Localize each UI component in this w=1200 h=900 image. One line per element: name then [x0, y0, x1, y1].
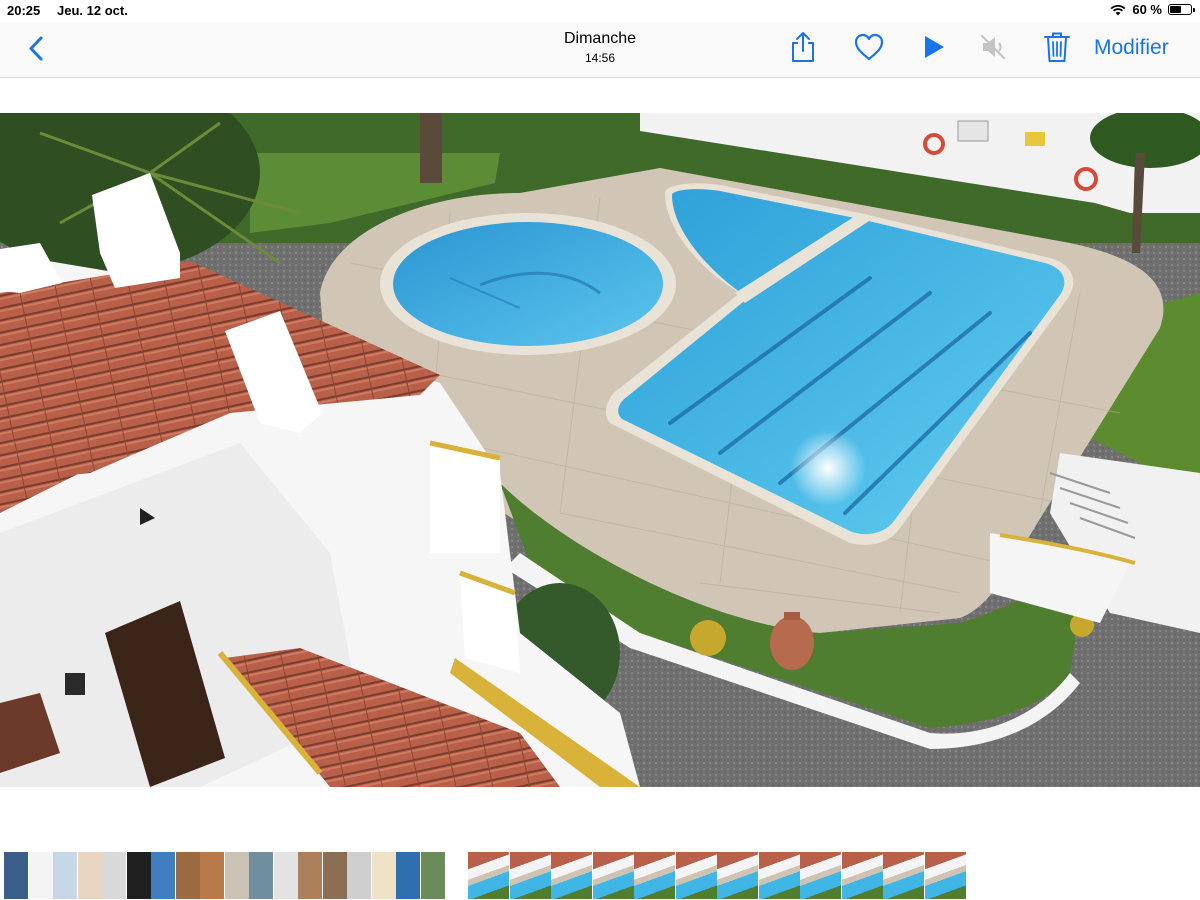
- status-time: 20:25: [7, 3, 41, 18]
- battery-icon: [1168, 4, 1195, 15]
- photo-thumbnail[interactable]: [126, 852, 151, 899]
- video-frame-thumbnail[interactable]: [634, 852, 675, 899]
- photo-thumbnail[interactable]: [347, 852, 371, 899]
- video-frame-thumbnail[interactable]: [468, 852, 509, 899]
- photo-thumbnail[interactable]: [28, 852, 53, 899]
- photo-thumbnail[interactable]: [53, 852, 77, 899]
- photo-thumbnail[interactable]: [396, 852, 420, 899]
- video-frame-thumbnail[interactable]: [675, 852, 717, 899]
- favorite-button[interactable]: [852, 30, 886, 64]
- delete-button[interactable]: [1040, 30, 1074, 64]
- photo-thumbnail[interactable]: [322, 852, 347, 899]
- photo-thumbnail[interactable]: [249, 852, 273, 899]
- wifi-icon: [1110, 4, 1126, 15]
- photo-thumbnail[interactable]: [224, 852, 249, 899]
- video-frame-thumbnail[interactable]: [758, 852, 800, 899]
- pool-photo: [0, 113, 1200, 787]
- video-frame-thumbnail[interactable]: [841, 852, 883, 899]
- photo-viewer[interactable]: [0, 113, 1200, 787]
- photo-thumbnail[interactable]: [102, 852, 126, 899]
- video-frame-thumbnail[interactable]: [924, 852, 966, 899]
- chevron-left-icon: [29, 36, 43, 61]
- status-bar: 20:25 Jeu. 12 oct. 60 %: [0, 0, 1200, 22]
- page-subtitle: 14:56: [584, 51, 616, 65]
- photo-thumbnail[interactable]: [200, 852, 224, 899]
- photo-thumbnail[interactable]: [175, 852, 200, 899]
- status-indicators: 60 %: [1110, 2, 1195, 17]
- photo-thumbnail[interactable]: [77, 852, 102, 899]
- play-button[interactable]: [916, 30, 950, 64]
- edit-button[interactable]: Modifier: [1094, 36, 1169, 60]
- photo-thumbnail[interactable]: [4, 852, 28, 899]
- video-frame-thumbnail[interactable]: [717, 852, 758, 899]
- heart-icon: [854, 33, 884, 61]
- page-title: Dimanche: [563, 30, 637, 47]
- photo-thumbnail[interactable]: [273, 852, 298, 899]
- mute-button[interactable]: [976, 30, 1010, 64]
- photo-thumbnail[interactable]: [298, 852, 322, 899]
- video-frame-thumbnail[interactable]: [509, 852, 551, 899]
- back-button[interactable]: [22, 34, 52, 64]
- thumbnail-strip: [0, 852, 1200, 900]
- trash-icon: [1044, 32, 1070, 62]
- play-icon: [925, 36, 944, 58]
- status-date: Jeu. 12 oct.: [57, 3, 128, 18]
- title-block: Dimanche 14:56: [500, 30, 700, 65]
- navigation-bar: Dimanche 14:56 Modifier: [0, 22, 1200, 78]
- photo-thumbnail[interactable]: [151, 852, 175, 899]
- mute-icon: [980, 34, 1006, 60]
- video-frame-thumbnail[interactable]: [551, 852, 592, 899]
- battery-percentage: 60 %: [1132, 2, 1162, 17]
- video-frame-thumbnail[interactable]: [592, 852, 634, 899]
- share-button[interactable]: [786, 30, 820, 64]
- video-frame-thumbnail[interactable]: [800, 852, 841, 899]
- battery-fill: [1170, 6, 1181, 13]
- video-frame-thumbnail[interactable]: [883, 852, 924, 899]
- photo-thumbnail[interactable]: [371, 852, 396, 899]
- photo-thumbnail[interactable]: [420, 852, 445, 899]
- share-icon: [792, 32, 814, 62]
